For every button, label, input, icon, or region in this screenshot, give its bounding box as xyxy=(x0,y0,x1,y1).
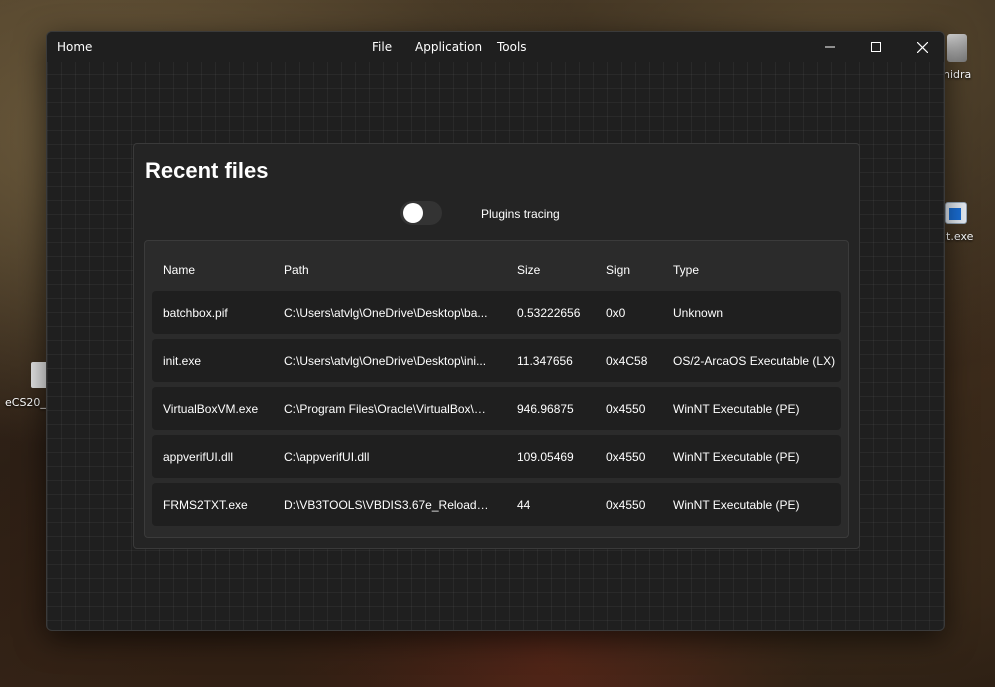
page-title: Recent files xyxy=(145,158,269,183)
maximize-icon xyxy=(871,42,881,52)
plugins-tracing-label: Plugins tracing xyxy=(481,207,560,221)
title-bar[interactable]: Home File Application Tools xyxy=(47,32,944,62)
table-row[interactable]: init.exe C:\Users\atvlg\OneDrive\Desktop… xyxy=(152,339,841,382)
menu-application[interactable]: Application xyxy=(415,40,482,54)
desktop-icon-label: it.exe xyxy=(943,230,974,243)
cell-type: Unknown xyxy=(673,306,724,320)
cell-size: 0.53222656 xyxy=(517,306,581,320)
cell-sign: 0x4550 xyxy=(606,450,646,464)
cell-name: VirtualBoxVM.exe xyxy=(163,402,259,416)
table-header: Name Path Size Sign Type xyxy=(145,241,848,291)
cell-size: 109.05469 xyxy=(517,450,574,464)
cell-sign: 0x4550 xyxy=(606,498,646,512)
cell-sign: 0x4C58 xyxy=(606,354,648,368)
desktop-icon-label: eCS20_c xyxy=(5,396,52,409)
recent-files-table: Name Path Size Sign Type batchbox.pif C:… xyxy=(144,240,849,538)
desktop-icon-label: hidra xyxy=(943,68,972,81)
desktop-icon-ecs[interactable]: eCS20_c xyxy=(5,362,52,409)
cell-path: C:\appverifUI.dll xyxy=(284,450,370,464)
cell-path: C:\Users\atvlg\OneDrive\Desktop\ini... xyxy=(284,354,487,368)
cell-size: 11.347656 xyxy=(517,354,573,368)
exe-icon xyxy=(945,202,967,224)
app-icon xyxy=(947,34,967,62)
cell-name: batchbox.pif xyxy=(163,306,228,320)
column-header-path[interactable]: Path xyxy=(284,263,490,277)
cell-type: WinNT Executable (PE) xyxy=(673,402,800,416)
toggle-knob xyxy=(403,203,423,223)
cell-type: WinNT Executable (PE) xyxy=(673,498,800,512)
cell-type: WinNT Executable (PE) xyxy=(673,450,800,464)
table-row[interactable]: appverifUI.dll C:\appverifUI.dll 109.054… xyxy=(152,435,841,478)
cell-type: OS/2-ArcaOS Executable (LX) xyxy=(673,354,836,368)
window-title: Home xyxy=(57,40,93,54)
column-header-name[interactable]: Name xyxy=(163,263,273,277)
cell-size: 44 xyxy=(517,498,531,512)
minimize-button[interactable] xyxy=(807,32,853,62)
table-row[interactable]: FRMS2TXT.exe D:\VB3TOOLS\VBDIS3.67e_Relo… xyxy=(152,483,841,526)
menu-file[interactable]: File xyxy=(372,40,392,54)
cell-path: D:\VB3TOOLS\VBDIS3.67e_Reloaded... xyxy=(284,498,490,512)
cell-name: FRMS2TXT.exe xyxy=(163,498,248,512)
desktop-icon-exe[interactable]: it.exe xyxy=(943,202,973,243)
app-window: Home File Application Tools Recent files… xyxy=(46,31,945,631)
minimize-icon xyxy=(825,46,835,48)
cell-sign: 0x0 xyxy=(606,306,626,320)
cell-path: C:\Users\atvlg\OneDrive\Desktop\ba... xyxy=(284,306,488,320)
column-header-sign[interactable]: Sign xyxy=(606,263,666,277)
desktop-icon-hidra[interactable]: hidra xyxy=(943,34,971,81)
recent-files-panel: Recent files Plugins tracing Name Path S… xyxy=(133,143,860,549)
column-header-size[interactable]: Size xyxy=(517,263,597,277)
cell-path: C:\Program Files\Oracle\VirtualBox\V... xyxy=(284,402,490,416)
plugins-tracing-toggle[interactable] xyxy=(400,201,442,225)
table-row[interactable]: batchbox.pif C:\Users\atvlg\OneDrive\Des… xyxy=(152,291,841,334)
cell-name: init.exe xyxy=(163,354,202,368)
maximize-button[interactable] xyxy=(853,32,899,62)
column-header-type[interactable]: Type xyxy=(673,263,838,277)
table-row[interactable]: VirtualBoxVM.exe C:\Program Files\Oracle… xyxy=(152,387,841,430)
close-icon xyxy=(916,41,928,53)
cell-size: 946.96875 xyxy=(517,402,574,416)
cell-name: appverifUI.dll xyxy=(163,450,234,464)
menu-tools[interactable]: Tools xyxy=(497,40,527,54)
close-button[interactable] xyxy=(899,32,944,62)
cell-sign: 0x4550 xyxy=(606,402,646,416)
